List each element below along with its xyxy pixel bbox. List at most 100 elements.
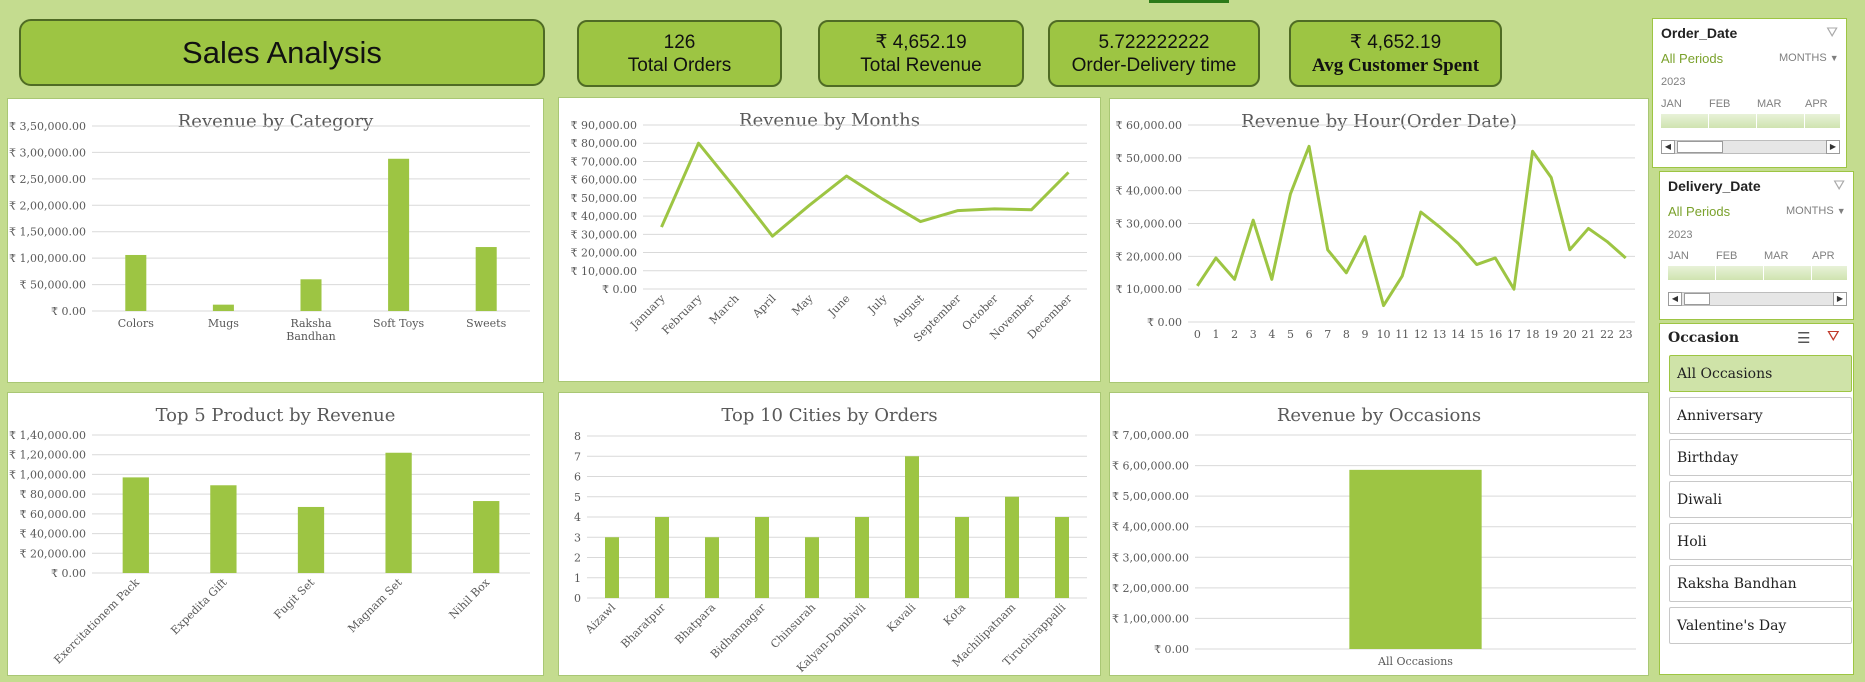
bar[interactable] (212, 304, 234, 311)
chart-svg: ₹ 0.00 ₹ 1,00,000.00 ₹ 2,00,000.00 ₹ 3,00,0… (1112, 429, 1636, 668)
x-tick-label: Bhatpara (672, 601, 718, 647)
occasion-item-all-occasions[interactable]: All Occasions (1669, 355, 1852, 392)
scroll-thumb[interactable] (1677, 141, 1723, 153)
delivery-date-slicer[interactable]: Delivery_Date ⛛ All Periods MONTHS ▼ 202… (1659, 171, 1854, 320)
bar[interactable] (1349, 469, 1482, 649)
occasion-item-valentines-day[interactable]: Valentine's Day (1669, 607, 1852, 644)
occasion-slicer[interactable]: Occasion ☰ ⛛ All Occasions Anniversary B… (1659, 323, 1854, 675)
month-label[interactable]: APR (1805, 98, 1828, 110)
y-tick-label: ₹ 1,20,000.00 (9, 449, 86, 462)
bar[interactable] (473, 501, 500, 573)
bar[interactable] (655, 517, 669, 598)
month-label[interactable]: FEB (1716, 250, 1737, 262)
series-line[interactable] (660, 141, 1070, 238)
y-tick-label: 7 (574, 450, 581, 463)
x-tick-label: July (865, 291, 890, 316)
bar[interactable] (605, 537, 619, 598)
month-label[interactable]: FEB (1709, 98, 1730, 110)
x-tick-label: 19 (1544, 328, 1558, 341)
bar[interactable] (297, 506, 325, 573)
occasion-item-holi[interactable]: Holi (1669, 523, 1852, 560)
kpi-label: Total Revenue (860, 54, 982, 76)
bar[interactable] (955, 517, 969, 598)
top-cities-chart[interactable]: Top 10 Cities by Orders 0 1 2 3 4 5 6 7 8 Aizawl B… (558, 392, 1101, 676)
x-tick-label: 4 (1268, 328, 1275, 341)
chart-svg: 012345678Aizawl Bharatpur BhatparaBidhanna… (574, 430, 1087, 675)
x-tick-label: Exercitationem Pack (51, 576, 142, 667)
x-tick-label: Aizawl (582, 601, 618, 637)
occasion-item-raksha-bandhan[interactable]: Raksha Bandhan (1669, 565, 1852, 602)
scroll-thumb[interactable] (1684, 293, 1710, 305)
y-tick-label: 1 (574, 572, 581, 585)
bar[interactable] (388, 158, 410, 311)
timeline-bar[interactable] (1661, 114, 1840, 128)
bar[interactable] (855, 517, 869, 598)
bar[interactable] (1055, 517, 1069, 598)
order-date-slicer[interactable]: Order_Date ⛛ All Periods MONTHS ▼ 2023 J… (1652, 18, 1847, 168)
clear-filter-icon[interactable]: ⛛ (1833, 177, 1845, 194)
y-tick-label: ₹ 50,000.00 (20, 279, 86, 292)
active-cell-marker (1149, 0, 1229, 3)
x-tick-label: 3 (1250, 328, 1257, 341)
x-tick-label: 17 (1507, 328, 1521, 341)
revenue-by-hour-chart[interactable]: Revenue by Hour(Order Date) ₹ 0.00 ₹ 10,0… (1109, 98, 1649, 383)
bar[interactable] (122, 477, 149, 573)
y-tick-label: ₹ 2,50,000.00 (9, 173, 86, 186)
all-periods-label: All Periods (1661, 51, 1724, 66)
scroll-right-button[interactable]: ▶ (1826, 140, 1840, 154)
y-tick-label: ₹ 40,000.00 (1116, 185, 1182, 198)
occasion-item-birthday[interactable]: Birthday (1669, 439, 1852, 476)
bar[interactable] (125, 254, 147, 311)
occasion-item-anniversary[interactable]: Anniversary (1669, 397, 1852, 434)
bar[interactable] (300, 279, 322, 311)
bar[interactable] (475, 247, 497, 311)
y-tick-label: ₹ 40,000.00 (20, 528, 86, 541)
bar[interactable] (1005, 496, 1019, 598)
y-tick-label: 0 (574, 592, 581, 605)
top-products-chart[interactable]: Top 5 Product by Revenue ₹ 0.00 ₹ 20,000.… (7, 392, 544, 676)
time-level-label: MONTHS (1786, 205, 1834, 217)
kpi-value: ₹ 4,652.19 (1349, 31, 1442, 53)
multi-select-icon[interactable]: ☰ (1797, 329, 1810, 347)
month-label[interactable]: JAN (1668, 250, 1689, 262)
kpi-value: 126 (663, 31, 696, 53)
scroll-left-button[interactable]: ◀ (1661, 140, 1675, 154)
x-tick-label: Chinsurah (768, 601, 818, 651)
x-tick-label: Mugs (208, 317, 239, 330)
y-tick-label: ₹ 20,000.00 (1116, 250, 1182, 263)
x-tick-label: 6 (1306, 328, 1313, 341)
x-tick-label: 23 (1619, 328, 1633, 341)
clear-filter-icon[interactable]: ⛛ (1826, 24, 1838, 41)
x-tick-label: Magnam Set (345, 576, 405, 636)
time-level-dropdown[interactable]: MONTHS ▼ (1779, 52, 1839, 64)
kpi-label: Total Orders (627, 54, 732, 76)
month-label[interactable]: APR (1812, 250, 1835, 262)
bar[interactable] (210, 485, 237, 573)
clear-filter-icon[interactable]: ⛛ (1827, 328, 1840, 345)
timeline-bar[interactable] (1668, 266, 1847, 280)
occasion-item-diwali[interactable]: Diwali (1669, 481, 1852, 518)
bar[interactable] (385, 452, 412, 573)
revenue-by-occasions-chart[interactable]: Revenue by Occasions ₹ 0.00 ₹ 1,00,000.00… (1109, 392, 1649, 676)
series-line[interactable] (1196, 144, 1627, 308)
month-label[interactable]: MAR (1757, 98, 1781, 110)
month-label[interactable]: MAR (1764, 250, 1788, 262)
scroll-right-button[interactable]: ▶ (1833, 292, 1847, 306)
x-tick-label: 18 (1526, 328, 1540, 341)
bar[interactable] (805, 537, 819, 598)
time-level-dropdown[interactable]: MONTHS ▼ (1786, 205, 1846, 217)
bar[interactable] (755, 517, 769, 598)
x-tick-label: All Occasions (1377, 655, 1453, 668)
chart-svg: ₹ 0.00 ₹ 10,000.00 ₹ 20,000.00 ₹ 30,000.00 ₹… (571, 119, 1087, 344)
timeline-divider (1763, 266, 1764, 280)
revenue-by-months-chart[interactable]: Revenue by Months ₹ 0.00 ₹ 10,000.00 ₹ 20,… (558, 97, 1101, 382)
y-tick-label: ₹ 2,00,000.00 (1112, 582, 1189, 595)
month-label[interactable]: JAN (1661, 98, 1682, 110)
y-tick-label: ₹ 60,000.00 (1116, 119, 1182, 132)
kpi-label: Avg Customer Spent (1311, 54, 1480, 76)
bar[interactable] (905, 456, 919, 598)
x-tick-label: 8 (1343, 328, 1350, 341)
scroll-left-button[interactable]: ◀ (1668, 292, 1682, 306)
bar[interactable] (705, 537, 719, 598)
revenue-by-category-chart[interactable]: Revenue by Category ₹ 0.00 ₹ 50,000.00 ₹ 1… (7, 98, 544, 383)
